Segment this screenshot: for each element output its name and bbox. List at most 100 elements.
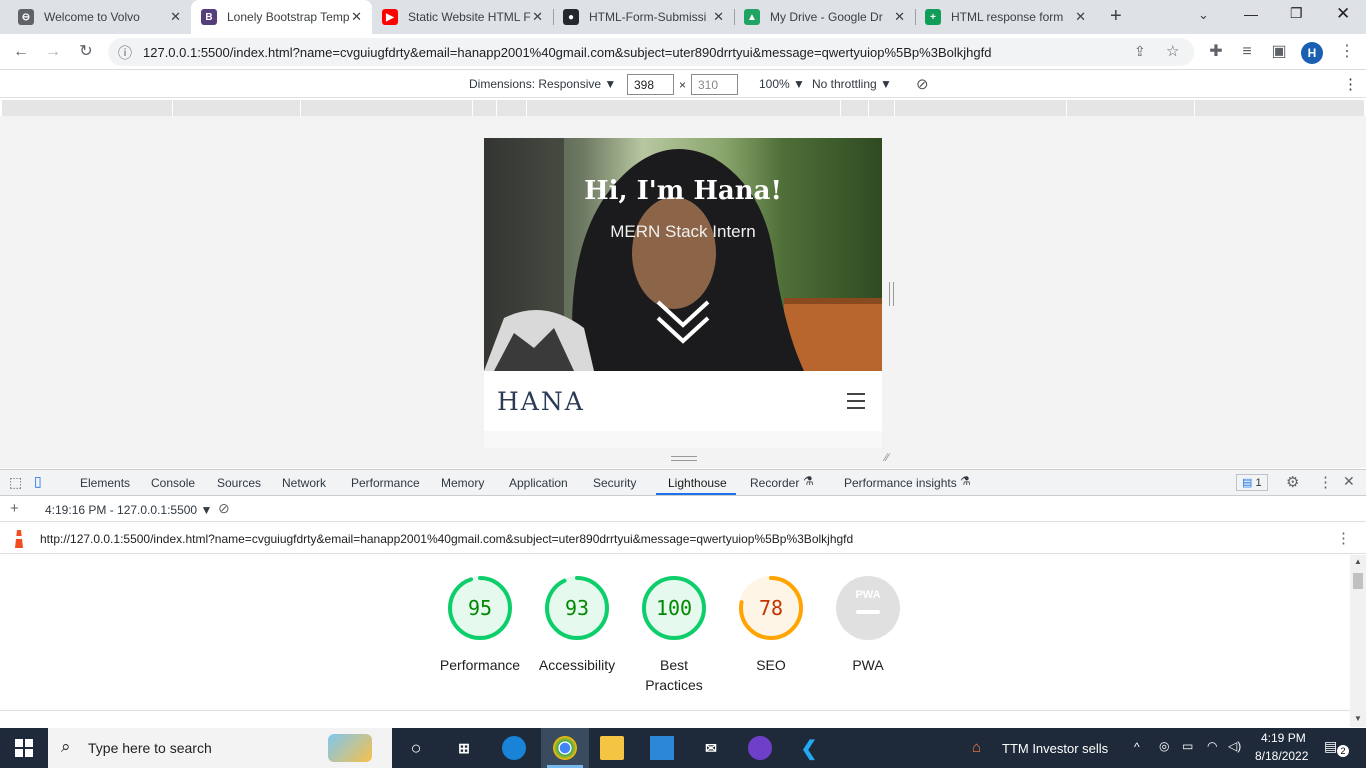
tab-close-icon[interactable]: ✕ <box>170 9 181 25</box>
share-icon[interactable]: ⇪ <box>1134 43 1146 60</box>
mail-icon[interactable]: ✉ <box>699 736 723 760</box>
github-desktop-icon[interactable] <box>748 736 772 760</box>
scrollbar-thumb[interactable] <box>1353 573 1363 589</box>
browser-tab[interactable]: ▲ My Drive - Google Dr ✕ <box>734 0 915 34</box>
devtools-tab-security[interactable]: Security <box>593 476 636 490</box>
width-input[interactable]: 398 <box>627 74 674 95</box>
browser-menu-icon[interactable]: ⋮ <box>1337 42 1357 62</box>
tray-battery-icon[interactable]: ▭ <box>1182 739 1193 753</box>
devtools-tab-memory[interactable]: Memory <box>441 476 484 490</box>
site-brand[interactable]: HANA <box>497 387 585 416</box>
new-report-icon[interactable]: + <box>10 500 19 517</box>
gauge-best-practices[interactable]: 100 Best Practices <box>626 575 722 695</box>
minimize-button[interactable]: — <box>1244 6 1258 22</box>
devtools-tab-application[interactable]: Application <box>509 476 568 490</box>
github-icon: ● <box>563 9 579 25</box>
tab-close-icon[interactable]: ✕ <box>1075 9 1086 25</box>
site-info-icon[interactable]: ⓘ <box>118 43 132 63</box>
forward-icon[interactable]: → <box>43 42 63 62</box>
gauge-accessibility[interactable]: 93 Accessibility <box>529 575 625 675</box>
profile-avatar[interactable]: H <box>1301 42 1323 64</box>
volvo-icon: ⊖ <box>18 9 34 25</box>
search-highlight-icon[interactable] <box>328 734 372 762</box>
throttle-dropdown[interactable]: No throttling ▼ <box>812 77 892 91</box>
devtools-tab-console[interactable]: Console <box>151 476 195 490</box>
report-menu-icon[interactable]: ⋮ <box>1336 529 1351 547</box>
zoom-dropdown[interactable]: 100% ▼ <box>759 77 805 91</box>
bottom-resize-handle[interactable] <box>671 456 697 461</box>
devtools-tab-network[interactable]: Network <box>282 476 326 490</box>
edge-icon[interactable] <box>502 736 526 760</box>
inspect-element-icon[interactable]: ⬚ <box>9 474 22 491</box>
devtools-menu-icon[interactable]: ⋮ <box>1318 473 1333 491</box>
store-icon[interactable] <box>650 736 674 760</box>
report-scrollbar[interactable]: ▲ ▼ <box>1350 555 1366 727</box>
devtools-tab-performance-insights[interactable]: Performance insights <box>844 476 957 490</box>
devtools-tab-recorder[interactable]: Recorder <box>750 476 799 490</box>
gauge-seo[interactable]: 78 SEO <box>723 575 819 675</box>
restore-button[interactable]: ❐ <box>1290 5 1303 22</box>
vscode-icon[interactable]: ❮ <box>797 736 821 760</box>
stock-widget-icon[interactable]: ⌂ <box>972 739 981 756</box>
browser-tab[interactable]: ⊖ Welcome to Volvo ✕ <box>8 0 191 34</box>
media-icon[interactable]: ≡ <box>1237 42 1257 62</box>
corner-resize-handle[interactable]: ⁄⁄ <box>885 452 889 464</box>
tray-network-icon[interactable]: ◎ <box>1159 739 1169 753</box>
clock-time[interactable]: 4:19 PM <box>1261 731 1306 745</box>
task-view-icon[interactable]: ○ <box>404 736 428 760</box>
devtools-tab-lighthouse[interactable]: Lighthouse <box>668 476 727 490</box>
device-toolbar-menu-icon[interactable]: ⋮ <box>1343 75 1358 93</box>
score-value: 95 <box>468 596 492 620</box>
devtools-tab-sources[interactable]: Sources <box>217 476 261 490</box>
widgets-icon[interactable]: ⊞ <box>452 736 476 760</box>
issues-badge[interactable]: ▤ 1 <box>1236 474 1268 491</box>
devtools-close-icon[interactable]: ✕ <box>1343 473 1355 490</box>
notifications-icon[interactable]: ▤ <box>1324 738 1337 755</box>
clock-date[interactable]: 8/18/2022 <box>1255 749 1308 763</box>
report-selector[interactable]: 4:19:16 PM - 127.0.0.1:5500 ▼ <box>45 503 212 517</box>
side-panel-icon[interactable]: ▣ <box>1269 42 1289 62</box>
devtools-settings-icon[interactable]: ⚙ <box>1286 473 1299 491</box>
chrome-icon[interactable] <box>553 736 577 760</box>
gauge-performance[interactable]: 95 Performance <box>432 575 528 675</box>
scroll-down-chevron-icon[interactable] <box>655 299 711 345</box>
gauge-pwa[interactable]: PWA PWA <box>820 575 916 675</box>
tab-close-icon[interactable]: ✕ <box>713 9 724 25</box>
back-icon[interactable]: ← <box>11 42 31 62</box>
tab-search-icon[interactable]: ⌄ <box>1198 7 1209 23</box>
report-url[interactable]: http://127.0.0.1:5500/index.html?name=cv… <box>40 532 853 546</box>
hamburger-menu-icon[interactable] <box>847 393 865 410</box>
clear-reports-icon[interactable]: ⊘ <box>218 500 230 517</box>
media-query-ruler[interactable] <box>2 100 1364 116</box>
windows-start-icon[interactable] <box>15 739 33 757</box>
stock-widget-text[interactable]: TTM Investor sells <box>1002 741 1108 756</box>
device-mode-icon[interactable]: ▯ <box>34 473 42 490</box>
right-resize-handle[interactable] <box>889 282 894 306</box>
tray-volume-icon[interactable]: ◁) <box>1228 739 1241 753</box>
new-tab-button[interactable]: + <box>1110 5 1122 28</box>
file-explorer-icon[interactable] <box>600 736 624 760</box>
dimensions-dropdown[interactable]: Dimensions: Responsive ▼ <box>469 77 616 91</box>
experimental-flask-icon: ⚗ <box>960 474 971 488</box>
browser-tab[interactable]: ● HTML-Form-Submissi ✕ <box>553 0 734 34</box>
url-text[interactable]: 127.0.0.1:5500/index.html?name=cvguiugfd… <box>143 45 991 60</box>
tab-close-icon[interactable]: ✕ <box>532 9 543 25</box>
address-bar[interactable]: ⓘ 127.0.0.1:5500/index.html?name=cvguiug… <box>108 38 1194 66</box>
tab-close-icon[interactable]: ✕ <box>894 9 905 25</box>
browser-tab[interactable]: ▶ Static Website HTML F ✕ <box>372 0 553 34</box>
reload-icon[interactable]: ↻ <box>76 42 96 62</box>
extensions-icon[interactable]: ✚ <box>1206 42 1226 62</box>
site-navbar: HANA <box>484 371 882 431</box>
browser-tab[interactable]: B Lonely Bootstrap Temp ✕ <box>191 0 372 34</box>
taskbar-search[interactable]: ⌕ Type here to search <box>48 728 392 768</box>
browser-tab[interactable]: + HTML response form ✕ <box>915 0 1096 34</box>
bookmark-star-icon[interactable]: ☆ <box>1166 42 1179 60</box>
height-input[interactable]: 310 <box>691 74 738 95</box>
close-window-button[interactable]: ✕ <box>1336 4 1350 24</box>
tab-close-icon[interactable]: ✕ <box>351 9 362 25</box>
devtools-tab-performance[interactable]: Performance <box>351 476 420 490</box>
devtools-tab-elements[interactable]: Elements <box>80 476 130 490</box>
tray-wifi-icon[interactable]: ◠ <box>1207 739 1217 753</box>
rotate-icon[interactable]: ⊘ <box>916 75 929 93</box>
tray-chevron-icon[interactable]: ^ <box>1134 740 1140 754</box>
